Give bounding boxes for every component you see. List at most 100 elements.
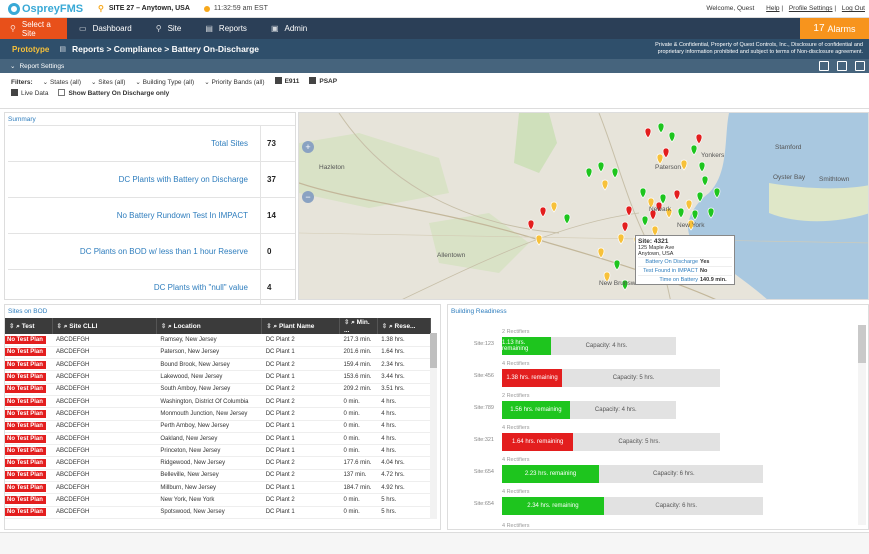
rectifier-label: 2 Rectifiers (502, 329, 530, 335)
chart-scrollbar[interactable] (858, 325, 866, 525)
table-row[interactable]: No Test Plan ABCDEFGH Millburn, New Jersey… (5, 481, 431, 495)
help-link[interactable]: Help (766, 5, 779, 12)
table-cell: 4 hrs. (377, 432, 431, 446)
remaining-bar[interactable]: 1.56 hrs. remaining (502, 401, 570, 419)
print-icon[interactable] (819, 61, 829, 71)
nav-label: Admin (284, 24, 308, 33)
no-test-plan-badge: No Test Plan (5, 348, 46, 357)
map-label: Yonkers (701, 152, 725, 159)
search-icon: ⌕ (168, 322, 172, 330)
table-row[interactable]: No Test Plan ABCDEFGH Lakewood, New Jersey… (5, 370, 431, 384)
table-cell: No Test Plan (5, 383, 53, 396)
column-header[interactable]: ⇕ ⌕ Rese... (377, 318, 432, 334)
location-pin-icon: ⚲ (10, 24, 16, 33)
summary-row[interactable]: No Battery Rundown Test In IMPACT 14 (8, 197, 295, 233)
table-row[interactable]: No Test Plan ABCDEFGH Oakland, New Jersey D… (5, 432, 431, 446)
sort-icon: ⇕ (381, 322, 388, 330)
table-row[interactable]: No Test Plan ABCDEFGH Spotswood, New Jerse… (5, 506, 431, 519)
capacity-label: Capacity: 4 hrs. (594, 407, 637, 413)
dashboard-icon: ▭ (79, 24, 87, 33)
zoom-in-icon[interactable]: + (302, 141, 314, 153)
live-data-checkbox[interactable]: Live Data (11, 89, 48, 98)
alarms-button[interactable]: 17 Alarms (800, 18, 869, 39)
table-cell: No Test Plan (5, 395, 53, 409)
map-canvas[interactable]: Stamford Oyster Bay Smithtown Paterson Y… (299, 113, 869, 300)
chevron-down-icon: ⌄ (10, 63, 16, 70)
scrollbar-thumb[interactable] (858, 325, 866, 363)
site-label: Site:123 (473, 341, 494, 347)
remaining-bar[interactable]: 1.13 hrs. remaining (502, 337, 552, 355)
nav-label: Reports (218, 24, 247, 33)
table-row[interactable]: No Test Plan ABCDEFGH Ridgewood, New Jerse… (5, 456, 431, 470)
table-row[interactable]: No Test Plan ABCDEFGH Ramsey, New Jersey DC… (5, 334, 431, 347)
table-row[interactable]: No Test Plan ABCDEFGH Monmouth Junction, N… (5, 407, 431, 421)
building-type-dropdown[interactable]: ⌄ Building Type (all) (135, 78, 194, 86)
map-label: Oyster Bay (773, 174, 806, 181)
show-battery-checkbox[interactable]: Show Battery On Discharge only (58, 89, 169, 98)
tooltip-site: Site: 4321 (638, 238, 669, 245)
summary-row[interactable]: Total Sites 73 (8, 125, 295, 161)
nav-site[interactable]: ⚲ Site (144, 18, 194, 39)
table-cell: DC Plant 1 (261, 506, 340, 519)
states-dropdown[interactable]: ⌄ States (all) (43, 78, 81, 86)
filters-panel: Filters: ⌄ States (all) ⌄ Sites (all) ⌄ … (0, 73, 869, 109)
sites-map[interactable]: Stamford Oyster Bay Smithtown Paterson Y… (298, 112, 869, 300)
summary-row[interactable]: DC Plants with Battery on Discharge 37 (8, 161, 295, 197)
report-settings-bar[interactable]: ⌄ Report Settings (0, 59, 869, 73)
table-cell: DC Plant 2 (261, 469, 340, 483)
summary-value: 0 (260, 233, 295, 269)
table-cell: ABCDEFGH (52, 469, 157, 483)
export-icon[interactable] (837, 61, 847, 71)
table-row[interactable]: No Test Plan ABCDEFGH New York, New York DC… (5, 493, 431, 507)
psap-checkbox[interactable]: PSAP (309, 77, 337, 86)
logout-link[interactable]: Log Out (842, 5, 865, 12)
summary-row[interactable]: DC Plants with "null" value 4 (8, 269, 295, 305)
sites-dropdown[interactable]: ⌄ Sites (all) (91, 78, 125, 86)
sort-icon: ⇕ (56, 322, 62, 330)
remaining-bar[interactable]: 2.23 hrs. remaining (502, 465, 599, 483)
remaining-bar[interactable]: 1.38 hrs. remaining (502, 369, 563, 387)
table-cell: DC Plant 2 (261, 407, 340, 421)
dropdown-label: Priority Bands (all) (211, 79, 265, 86)
table-row[interactable]: No Test Plan ABCDEFGH Bound Brook, New Jer… (5, 358, 431, 372)
column-header[interactable]: ⇕ ⌕ Site CLLI (52, 318, 157, 334)
nav-admin[interactable]: ▣ Admin (259, 18, 319, 39)
column-header[interactable]: ⇕ ⌕ Plant Name (261, 318, 340, 334)
table-row[interactable]: No Test Plan ABCDEFGH Perth Amboy, New Jer… (5, 420, 431, 433)
nav-label: Dashboard (92, 24, 132, 33)
nav-dashboard[interactable]: ▭ Dashboard (67, 18, 144, 39)
table-cell: 201.6 min. (339, 346, 378, 360)
zoom-out-icon[interactable]: − (302, 191, 314, 203)
app-logo[interactable]: OspreyFMS (8, 2, 88, 15)
table-scrollbar[interactable] (430, 333, 437, 519)
tooltip-key: Time on Battery (659, 277, 698, 283)
download-icon[interactable] (855, 61, 865, 71)
no-test-plan-badge: No Test Plan (5, 459, 46, 468)
nav-select-site[interactable]: ⚲ Select a Site (0, 18, 67, 39)
table-row[interactable]: No Test Plan ABCDEFGH Washington, District… (5, 395, 431, 409)
e911-checkbox[interactable]: E911 (274, 77, 299, 86)
table-cell: 3.51 hrs. (377, 383, 431, 396)
column-header[interactable]: ⇕ ⌕ Min. ... (339, 318, 378, 334)
table-row[interactable]: No Test Plan ABCDEFGH South Amboy, New Jer… (5, 383, 431, 396)
table-cell: Ramsey, New Jersey (156, 334, 262, 347)
profile-settings-link[interactable]: Profile Settings (789, 5, 833, 12)
remaining-bar[interactable]: 1.64 hrs. remaining (502, 433, 574, 451)
remaining-bar[interactable]: 2.34 hrs. remaining (502, 497, 604, 515)
priority-bands-dropdown[interactable]: ⌄ Priority Bands (all) (204, 78, 264, 86)
osprey-logo-icon (8, 2, 20, 15)
table-row[interactable]: No Test Plan ABCDEFGH Princeton, New Jerse… (5, 444, 431, 458)
summary-row[interactable]: DC Plants on BOD w/ less than 1 hour Res… (8, 233, 295, 269)
column-header[interactable]: ⇕ ⌕ Test (5, 318, 53, 334)
map-label: Newark (649, 206, 672, 213)
table-cell: DC Plant 2 (261, 358, 340, 372)
table-row[interactable]: No Test Plan ABCDEFGH Belleville, New Jers… (5, 469, 431, 483)
table-cell: New York, New York (156, 493, 262, 507)
scrollbar-thumb[interactable] (430, 333, 437, 368)
table-cell: DC Plant 1 (261, 444, 340, 458)
nav-reports[interactable]: ▤ Reports (193, 18, 259, 39)
table-cell: 4 hrs. (377, 395, 431, 409)
summary-value: 37 (260, 161, 295, 197)
column-header[interactable]: ⇕ ⌕ Location (156, 318, 263, 334)
table-row[interactable]: No Test Plan ABCDEFGH Paterson, New Jersey… (5, 346, 431, 360)
